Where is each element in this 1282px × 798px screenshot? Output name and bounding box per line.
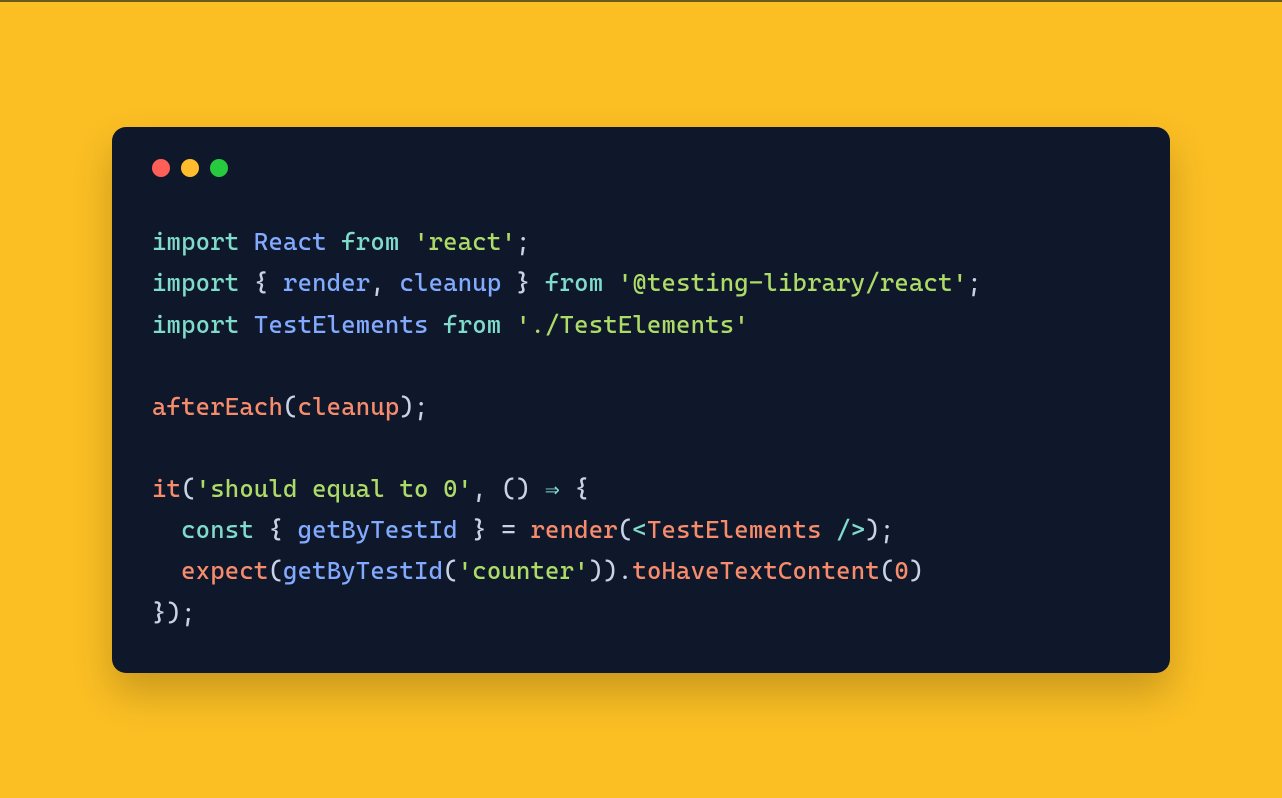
code-token: it: [152, 474, 181, 503]
code-token: const: [181, 515, 254, 544]
code-token: />: [822, 515, 866, 544]
code-token: 0: [894, 556, 909, 585]
code-line: [152, 427, 1130, 468]
code-token: '@testing-library/react': [618, 268, 967, 297]
code-token: expect: [181, 556, 268, 585]
code-token: from: [443, 310, 501, 339]
code-token: TestElements: [254, 310, 429, 339]
code-token: import: [152, 310, 239, 339]
code-token: (: [283, 392, 298, 421]
code-token: [239, 227, 254, 256]
code-token: 'should equal to 0': [196, 474, 473, 503]
code-token: [603, 268, 618, 297]
code-token: }: [501, 268, 545, 297]
code-token: [239, 310, 254, 339]
code-token: [152, 556, 181, 585]
code-token: (: [443, 556, 458, 585]
code-line: const { getByTestId } = render(<TestElem…: [152, 509, 1130, 550]
minimize-icon[interactable]: [181, 159, 199, 177]
code-token: ⇒: [545, 474, 560, 503]
code-token: {: [254, 515, 298, 544]
code-token: )).: [589, 556, 633, 585]
code-token: import: [152, 227, 239, 256]
code-content: import React from 'react';import { rende…: [152, 221, 1130, 633]
code-line: });: [152, 592, 1130, 633]
code-token: cleanup: [399, 268, 501, 297]
code-token: toHaveTextContent: [632, 556, 879, 585]
code-token: [327, 227, 342, 256]
maximize-icon[interactable]: [210, 159, 228, 177]
code-token: TestElements: [647, 515, 822, 544]
code-token: render: [530, 515, 617, 544]
code-token: ): [909, 556, 924, 585]
code-token: afterEach: [152, 392, 283, 421]
code-token: ,: [370, 268, 399, 297]
close-icon[interactable]: [152, 159, 170, 177]
code-token: from: [545, 268, 603, 297]
code-line: it('should equal to 0', () ⇒ {: [152, 468, 1130, 509]
code-token: });: [152, 598, 196, 627]
code-line: [152, 345, 1130, 386]
code-line: afterEach(cleanup);: [152, 386, 1130, 427]
code-token: <: [632, 515, 647, 544]
code-token: [501, 310, 516, 339]
code-token: ;: [967, 268, 982, 297]
code-line: expect(getByTestId('counter')).toHaveTex…: [152, 550, 1130, 591]
code-token: ;: [516, 227, 531, 256]
code-line: import TestElements from './TestElements…: [152, 304, 1130, 345]
code-token: (: [181, 474, 196, 503]
code-token: getByTestId: [283, 556, 443, 585]
code-token: {: [560, 474, 589, 503]
code-token: [429, 310, 444, 339]
code-token: React: [254, 227, 327, 256]
code-line: import React from 'react';: [152, 221, 1130, 262]
code-token: './TestElements': [516, 310, 749, 339]
code-token: );: [399, 392, 428, 421]
code-token: render: [283, 268, 370, 297]
code-token: 'react': [414, 227, 516, 256]
code-token: {: [239, 268, 283, 297]
code-token: (: [880, 556, 895, 585]
code-line: import { render, cleanup } from '@testin…: [152, 262, 1130, 303]
code-token: } =: [458, 515, 531, 544]
code-token: from: [341, 227, 399, 256]
code-token: );: [865, 515, 894, 544]
code-token: , (): [472, 474, 545, 503]
code-token: (: [268, 556, 283, 585]
code-token: [152, 515, 181, 544]
code-token: cleanup: [298, 392, 400, 421]
code-token: import: [152, 268, 239, 297]
code-token: (: [618, 515, 633, 544]
code-token: getByTestId: [298, 515, 458, 544]
code-token: [399, 227, 414, 256]
code-token: 'counter': [458, 556, 589, 585]
code-window: import React from 'react';import { rende…: [112, 127, 1170, 673]
window-controls: [152, 159, 1130, 177]
